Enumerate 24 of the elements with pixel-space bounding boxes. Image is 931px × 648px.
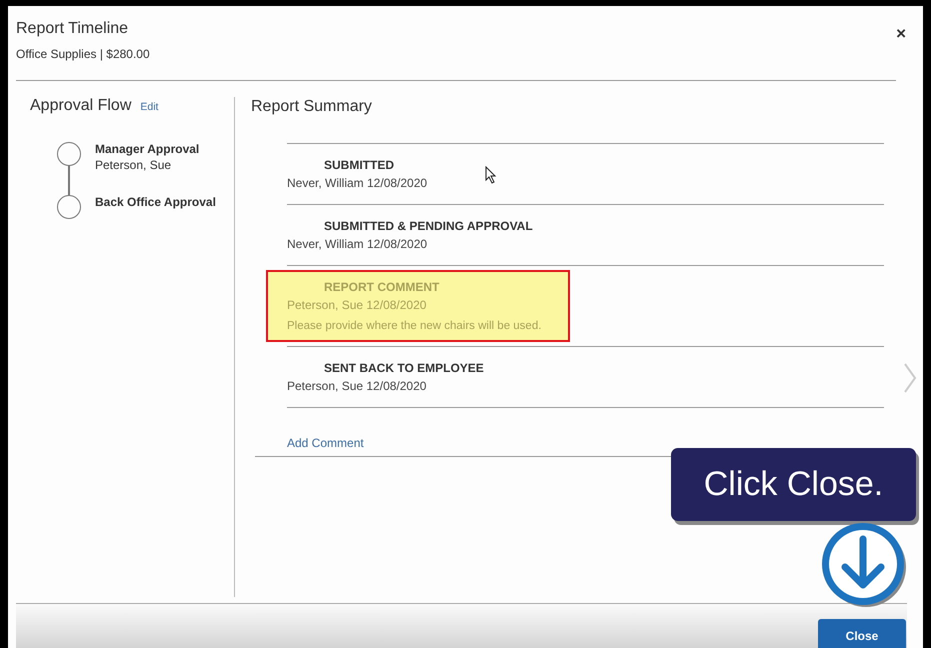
step-circle-icon [57,142,81,166]
event-meta: Never, William 12/08/2020 [287,176,428,190]
close-button[interactable]: Close [818,619,906,648]
step-circle-icon [57,195,81,219]
dialog-subtitle: Office Supplies | $280.00 [16,47,150,61]
add-comment-link[interactable]: Add Comment [287,436,364,450]
event-meta: Never, William 12/08/2020 [287,237,428,251]
tutorial-callout: Click Close. [671,448,916,521]
step-title: Back Office Approval [95,195,216,209]
edit-link[interactable]: Edit [140,101,158,113]
event-title: REPORT COMMENT [324,280,440,294]
event-title: SUBMITTED [324,158,394,172]
event-title: SENT BACK TO EMPLOYEE [324,361,484,375]
comment-text: Please provide where the new chairs will be used. [287,320,542,332]
event-meta: Peterson, Sue 12/08/2020 [287,379,428,393]
cursor-icon [485,166,497,184]
step-title: Manager Approval [95,142,200,156]
step-approver: Peterson, Sue [95,158,172,172]
event-meta: Peterson, Sue 12/08/2020 [287,298,428,312]
dialog-title: Report Timeline [16,20,128,38]
section-heading: Report Summary [251,98,372,115]
section-heading: Approval Flow [30,97,132,114]
chevron-right-icon[interactable] [903,362,917,394]
event-title: SUBMITTED & PENDING APPROVAL [324,219,533,233]
